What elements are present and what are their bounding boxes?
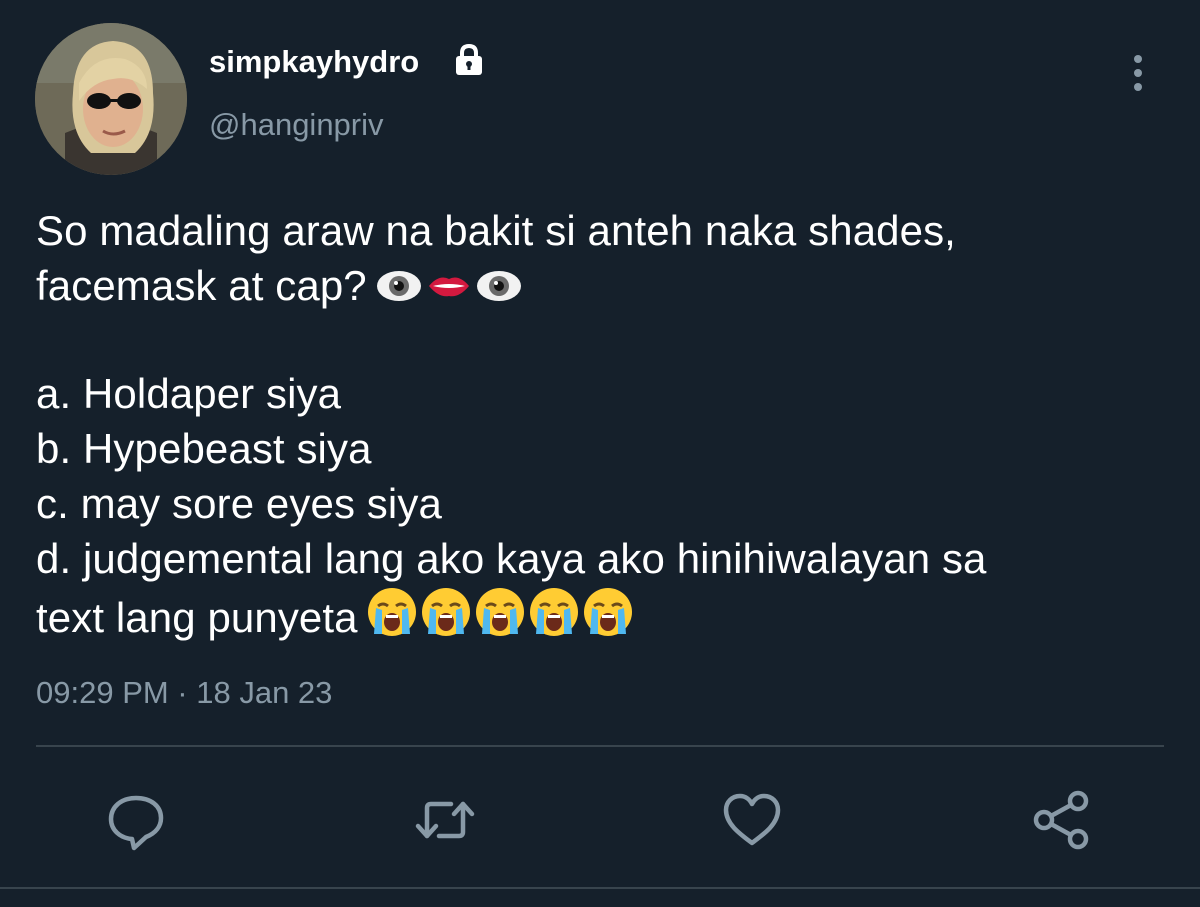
avatar-image — [35, 23, 187, 175]
option-d-continued: text lang punyeta — [36, 586, 1156, 651]
tweet-line-text: facemask at cap? — [36, 262, 367, 309]
divider — [0, 887, 1200, 889]
option-a: a. Holdaper siya — [36, 370, 342, 417]
user-handle[interactable]: @hanginpriv — [209, 105, 384, 145]
tweet-card: simpkayhydro @hanginpriv So madaling ara… — [0, 0, 1200, 907]
divider — [36, 745, 1164, 747]
crying-face-emoji-icon — [421, 588, 470, 636]
mouth-emoji-icon — [428, 277, 469, 297]
profile-avatar[interactable] — [35, 23, 187, 175]
crying-face-emoji-icon — [367, 588, 416, 636]
tweet-line-text: text lang punyeta — [36, 594, 358, 641]
option-c: c. may sore eyes siya — [36, 480, 442, 527]
crying-face-emoji-icon — [475, 588, 524, 636]
reply-icon[interactable] — [104, 788, 168, 852]
tweet-line: facemask at cap? — [36, 258, 1156, 319]
emoji-group — [375, 264, 525, 319]
crying-face-emoji-icon — [583, 588, 632, 636]
tweet-text: So madaling araw na bakit si anteh naka … — [36, 203, 1156, 651]
option-d: d. judgemental lang ako kaya ako hinihiw… — [36, 535, 987, 582]
crying-face-emoji-icon — [529, 588, 578, 636]
tweet-timestamp[interactable]: 09:29 PM · 18 Jan 23 — [36, 673, 332, 713]
tweet-line: So madaling araw na bakit si anteh naka … — [36, 207, 956, 254]
eye-emoji-icon — [376, 271, 421, 301]
share-icon[interactable] — [1030, 788, 1094, 852]
retweet-icon[interactable] — [413, 788, 477, 852]
option-b: b. Hypebeast siya — [36, 425, 372, 472]
display-name[interactable]: simpkayhydro — [209, 42, 419, 82]
more-options-icon[interactable] — [1118, 50, 1158, 96]
eye-emoji-icon — [476, 271, 521, 301]
emoji-group — [366, 586, 636, 651]
like-icon[interactable] — [720, 788, 784, 852]
lock-icon — [456, 43, 482, 75]
